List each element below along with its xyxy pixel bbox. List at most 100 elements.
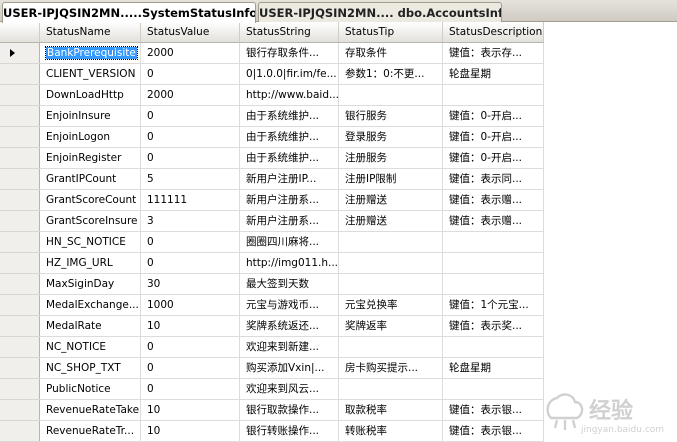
table-cell[interactable]: 键值：表示赠... <box>443 190 544 211</box>
table-cell[interactable] <box>339 253 443 274</box>
table-cell[interactable] <box>443 379 544 400</box>
table-cell[interactable]: HZ_IMG_URL <box>40 253 141 274</box>
table-row[interactable]: DownLoadHttp 2000 http://www.baid... <box>40 85 544 106</box>
table-row[interactable]: MedalExchange... 1000 元宝与游戏币... 元宝兑换率 键值：1个元… <box>40 295 544 316</box>
row-selector[interactable] <box>0 316 40 337</box>
table-cell[interactable]: PublicNotice <box>40 379 141 400</box>
table-cell[interactable] <box>339 274 443 295</box>
table-cell[interactable]: 0 <box>141 127 240 148</box>
table-cell[interactable] <box>443 85 544 106</box>
table-cell[interactable] <box>443 232 544 253</box>
column-header-statusstring[interactable]: StatusString <box>240 22 339 42</box>
table-cell[interactable]: GrantScoreCount <box>40 190 141 211</box>
row-selector[interactable] <box>0 169 40 190</box>
table-row[interactable]: NC_SHOP_TXT 0 购买添加Vxin|... 房卡购买提示... 轮盘星期 <box>40 358 544 379</box>
table-cell[interactable]: 轮盘星期 <box>443 358 544 379</box>
table-cell[interactable]: 0 <box>141 106 240 127</box>
column-header-statusname[interactable]: StatusName <box>40 22 141 42</box>
table-cell[interactable]: EnjoinLogon <box>40 127 141 148</box>
table-cell[interactable]: RevenueRateTake <box>40 400 141 421</box>
table-cell[interactable]: 注册赠送 <box>339 211 443 232</box>
table-cell[interactable]: MedalRate <box>40 316 141 337</box>
table-cell[interactable]: 转账税率 <box>339 421 443 442</box>
table-row[interactable]: HZ_IMG_URL 0 http://img011.h... <box>40 253 544 274</box>
row-selector[interactable] <box>0 337 40 358</box>
table-cell[interactable]: 取款税率 <box>339 400 443 421</box>
column-header-statusdescription[interactable]: StatusDescription <box>443 22 544 42</box>
table-cell[interactable]: 2000 <box>141 85 240 106</box>
table-cell[interactable]: 购买添加Vxin|... <box>240 358 339 379</box>
table-cell[interactable]: 2000 <box>141 43 240 64</box>
table-cell[interactable]: http://img011.h... <box>240 253 339 274</box>
table-cell[interactable]: CLIENT_VERSION <box>40 64 141 85</box>
table-row[interactable]: EnjoinRegister 0 由于系统维护... 注册服务 键值：0-开启... <box>40 148 544 169</box>
table-cell[interactable]: 由于系统维护... <box>240 106 339 127</box>
table-cell[interactable]: 0 <box>141 337 240 358</box>
table-row[interactable]: EnjoinInsure 0 由于系统维护... 银行服务 键值：0-开启... <box>40 106 544 127</box>
table-cell[interactable]: 元宝与游戏币... <box>240 295 339 316</box>
table-cell[interactable]: 键值：0-开启... <box>443 127 544 148</box>
table-cell[interactable]: 欢迎来到新建... <box>240 337 339 358</box>
table-row[interactable]: GrantScoreInsure 3 新用户注册系... 注册赠送 键值：表示赠... <box>40 211 544 232</box>
table-cell[interactable]: 元宝兑换率 <box>339 295 443 316</box>
row-selector[interactable] <box>0 400 40 421</box>
table-cell[interactable]: GrantIPCount <box>40 169 141 190</box>
table-cell[interactable]: 奖牌系统返还... <box>240 316 339 337</box>
table-cell[interactable]: 10 <box>141 400 240 421</box>
table-cell[interactable]: 0 <box>141 148 240 169</box>
row-selector[interactable] <box>0 274 40 295</box>
table-cell[interactable]: 0|1.0.0|fir.im/fe... <box>240 64 339 85</box>
table-cell[interactable]: 登录服务 <box>339 127 443 148</box>
row-selector[interactable] <box>0 127 40 148</box>
table-cell[interactable]: MedalExchange... <box>40 295 141 316</box>
table-cell[interactable]: 30 <box>141 274 240 295</box>
table-cell[interactable]: 0 <box>141 64 240 85</box>
table-cell[interactable]: 房卡购买提示... <box>339 358 443 379</box>
row-selector[interactable] <box>0 379 40 400</box>
table-cell[interactable]: 由于系统维护... <box>240 148 339 169</box>
table-cell[interactable]: 圈圈四川麻将... <box>240 232 339 253</box>
table-row[interactable]: BankPrerequisite 2000 银行存取条件... 存取条件 键值：表示存.… <box>40 43 544 64</box>
table-cell[interactable]: BankPrerequisite <box>40 43 141 64</box>
row-selector-header[interactable] <box>0 22 40 42</box>
table-cell[interactable]: EnjoinInsure <box>40 106 141 127</box>
table-cell[interactable]: 0 <box>141 232 240 253</box>
table-cell[interactable]: 键值：表示同... <box>443 169 544 190</box>
table-row[interactable]: CLIENT_VERSION 0 0|1.0.0|fir.im/fe... 参数1：0… <box>40 64 544 85</box>
table-cell[interactable]: 10 <box>141 421 240 442</box>
table-cell[interactable]: 新用户注册系... <box>240 190 339 211</box>
row-selector[interactable] <box>0 232 40 253</box>
table-cell[interactable]: NC_NOTICE <box>40 337 141 358</box>
table-cell[interactable]: 10 <box>141 316 240 337</box>
table-cell[interactable]: 键值：表示银... <box>443 400 544 421</box>
row-selector[interactable] <box>0 106 40 127</box>
table-row[interactable]: GrantIPCount 5 新用户注册IP... 注册IP限制 键值：表示同... <box>40 169 544 190</box>
table-cell[interactable]: 注册服务 <box>339 148 443 169</box>
table-cell[interactable]: 注册IP限制 <box>339 169 443 190</box>
row-selector[interactable] <box>0 211 40 232</box>
table-cell[interactable]: 新用户注册系... <box>240 211 339 232</box>
table-cell[interactable] <box>443 337 544 358</box>
table-row[interactable]: HN_SC_NOTICE 0 圈圈四川麻将... <box>40 232 544 253</box>
table-cell[interactable]: 键值：0-开启... <box>443 106 544 127</box>
table-cell[interactable] <box>339 232 443 253</box>
table-cell[interactable]: 欢迎来到风云... <box>240 379 339 400</box>
table-cell[interactable]: DownLoadHttp <box>40 85 141 106</box>
table-cell[interactable]: 键值：表示赠... <box>443 211 544 232</box>
table-cell[interactable]: 银行存取条件... <box>240 43 339 64</box>
table-cell[interactable]: 存取条件 <box>339 43 443 64</box>
row-selector[interactable] <box>0 64 40 85</box>
table-cell[interactable] <box>339 85 443 106</box>
table-cell[interactable]: NC_SHOP_TXT <box>40 358 141 379</box>
table-row[interactable]: PublicNotice 0 欢迎来到风云... <box>40 379 544 400</box>
table-cell[interactable] <box>443 253 544 274</box>
column-header-statustip[interactable]: StatusTip <box>339 22 443 42</box>
row-selector[interactable] <box>0 295 40 316</box>
table-cell[interactable]: RevenueRateTr... <box>40 421 141 442</box>
table-cell[interactable]: 键值：表示银... <box>443 421 544 442</box>
table-cell[interactable]: 键值：表示存... <box>443 43 544 64</box>
table-cell[interactable]: 注册赠送 <box>339 190 443 211</box>
row-selector[interactable] <box>0 253 40 274</box>
table-cell[interactable]: GrantScoreInsure <box>40 211 141 232</box>
table-row[interactable]: RevenueRateTr... 10 银行转账操作... 转账税率 键值：表示银... <box>40 421 544 442</box>
